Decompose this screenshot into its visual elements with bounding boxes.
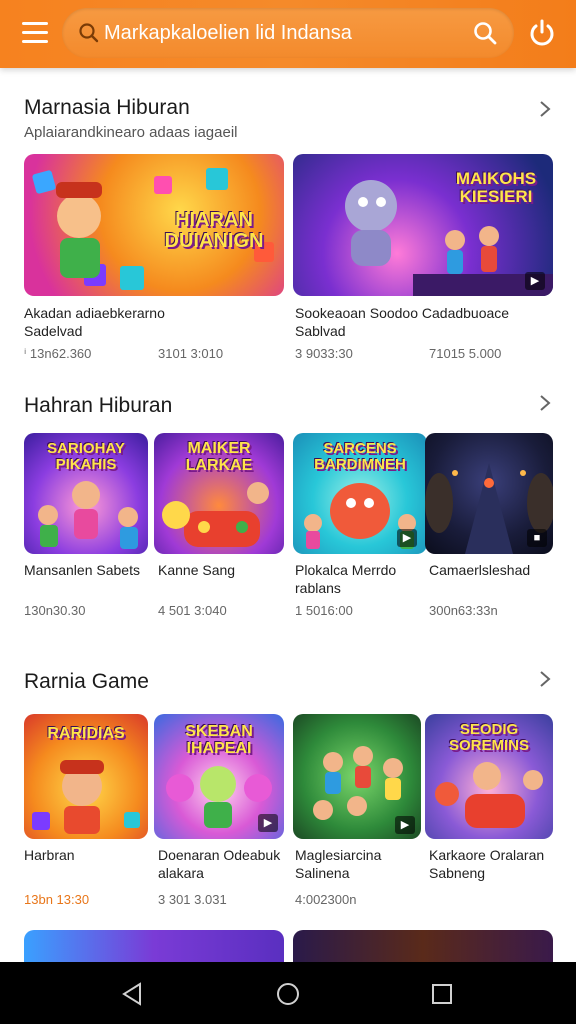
card-stat: 1 5016:00 [295, 603, 353, 618]
thumbnail-title: RARIDIAS [47, 725, 125, 742]
game-thumbnail: SARIOHAY PIKAHIS [24, 433, 148, 554]
card-stat: 13bn 13:30 [24, 892, 90, 907]
search-bar[interactable] [62, 8, 514, 58]
game-thumbnail: ■ [425, 433, 553, 554]
game-card[interactable]: RARIDIAS Harbran 13bn 13:30 [24, 714, 148, 910]
card-stat: 3101 3:010 [158, 346, 224, 361]
card-subtitle: Sablvad [295, 323, 346, 339]
game-card[interactable]: HIARAN DUIANIGN Akadan adiaebkerarno Sad… [24, 154, 284, 364]
game-card[interactable]: SKEBAN IHAPEAI ▶ Doenaran Odeabuk alakar… [154, 714, 284, 910]
thumbnail-title: SEODIG SOREMINS [448, 721, 529, 754]
game-card[interactable]: ■ Camaerlsleshad 300n63:33n [425, 433, 553, 623]
card-title: Camaerlsleshad [429, 562, 531, 578]
game-thumbnail: ▶ [293, 714, 421, 839]
save-badge-icon: ■ [527, 529, 547, 547]
thumbnail-title: SARIOHAY PIKAHIS [47, 440, 125, 473]
back-icon[interactable] [118, 980, 146, 1008]
game-card[interactable]: MAIKOHS KIESIERI ▶ Sookeaoan Soodoo Cada… [293, 154, 553, 364]
thumbnail-title: MAIKER LARKAE [185, 440, 253, 474]
game-thumbnail: RARIDIAS [24, 714, 148, 839]
power-icon[interactable] [528, 18, 556, 48]
card-stat: 4 501 3:040 [158, 603, 227, 618]
game-thumbnail: HIARAN DUIANIGN [24, 154, 284, 296]
play-badge-icon: ▶ [525, 272, 545, 290]
card-subtitle: Sadelvad [24, 323, 83, 339]
card-title: Doenaran Odeabuk [158, 847, 281, 863]
game-thumbnail: SEODIG SOREMINS [425, 714, 553, 839]
search-input[interactable] [104, 18, 464, 48]
card-title: Plokalca Merrdo [295, 562, 397, 578]
card-stat: 3 9033:30 [295, 346, 353, 361]
menu-button[interactable] [22, 22, 48, 44]
game-card[interactable] [293, 930, 553, 962]
card-title: Akadan adiaebkerarno [24, 305, 165, 321]
section-title: Marnasia Hiburan [24, 96, 190, 119]
game-card[interactable]: SEODIG SOREMINS Karkaore Oralaran Sabnen… [425, 714, 553, 910]
play-badge-icon: ▶ [258, 814, 278, 832]
section-title: Hahran Hiburan [24, 394, 173, 417]
game-thumbnail: SKEBAN IHAPEAI ▶ [154, 714, 284, 839]
card-title: Karkaore Oralaran [429, 847, 545, 863]
section-subtitle: Aplaiarandkinearo adaas iagaeil [24, 124, 238, 141]
section-featured: Marnasia Hiburan Aplaiarandkinearo adaas… [0, 88, 576, 368]
card-stat: 3 301 3.031 [158, 892, 227, 907]
home-icon[interactable] [274, 980, 302, 1008]
section-title: Rarnia Game [24, 670, 149, 693]
game-card[interactable]: MAIKER LARKAE Kanne Sang 4 501 3:040 [154, 433, 284, 623]
search-icon [79, 23, 99, 43]
card-stat: 4:002300n [295, 892, 357, 907]
game-card[interactable]: ▶ Maglesiarcina Salinena 4:002300n [293, 714, 421, 910]
card-title: Mansanlen Sabets [24, 562, 140, 578]
card-title: Sookeaoan Soodoo Cadadbuoace [295, 305, 510, 321]
top-app-bar [0, 0, 576, 68]
thumbnail-title: HIARAN DUIANIGN [164, 209, 264, 252]
chevron-right-icon[interactable] [536, 394, 554, 412]
chevron-right-icon[interactable] [536, 100, 554, 118]
card-subtitle: Sabneng [429, 865, 486, 881]
search-submit-icon[interactable] [472, 20, 498, 46]
section-hiburan: Hahran Hiburan SARIOHAY PIKAHIS Mansanle… [0, 388, 576, 628]
recents-icon[interactable] [428, 980, 456, 1008]
card-subtitle: rablans [295, 580, 341, 596]
chevron-right-icon[interactable] [536, 670, 554, 688]
card-stat: ⁱ 13n62.360 [24, 346, 92, 361]
game-card[interactable] [24, 930, 284, 962]
card-title: Kanne Sang [158, 562, 236, 578]
game-card[interactable]: SARCENS BARDIMNEH ▶ Plokalca Merrdo rabl… [293, 433, 427, 623]
game-thumbnail: MAIKOHS KIESIERI ▶ [293, 154, 553, 296]
game-thumbnail: MAIKER LARKAE [154, 433, 284, 554]
game-card[interactable]: SARIOHAY PIKAHIS Mansanlen Sabets 130n30… [24, 433, 148, 623]
game-thumbnail [24, 930, 284, 962]
section-game: Rarnia Game RARIDIAS Harbran 13bn 13:30 … [0, 666, 576, 912]
play-badge-icon: ▶ [395, 816, 415, 834]
game-thumbnail: SARCENS BARDIMNEH ▶ [293, 433, 427, 554]
card-subtitle: alakara [158, 865, 204, 881]
system-nav-bar [0, 962, 576, 1024]
card-stat: 300n63:33n [429, 603, 498, 618]
card-stat: 130n30.30 [24, 603, 86, 618]
thumbnail-title: SARCENS BARDIMNEH [314, 440, 406, 473]
card-subtitle: Salinena [295, 865, 350, 881]
card-title: Maglesiarcina [295, 847, 382, 863]
thumbnail-title: SKEBAN IHAPEAI [185, 723, 253, 757]
play-badge-icon: ▶ [397, 529, 417, 547]
thumbnail-title: MAIKOHS KIESIERI [455, 169, 537, 206]
card-title: Harbran [24, 847, 75, 863]
card-stat: 71015 5.000 [429, 346, 502, 361]
game-thumbnail [293, 930, 553, 962]
